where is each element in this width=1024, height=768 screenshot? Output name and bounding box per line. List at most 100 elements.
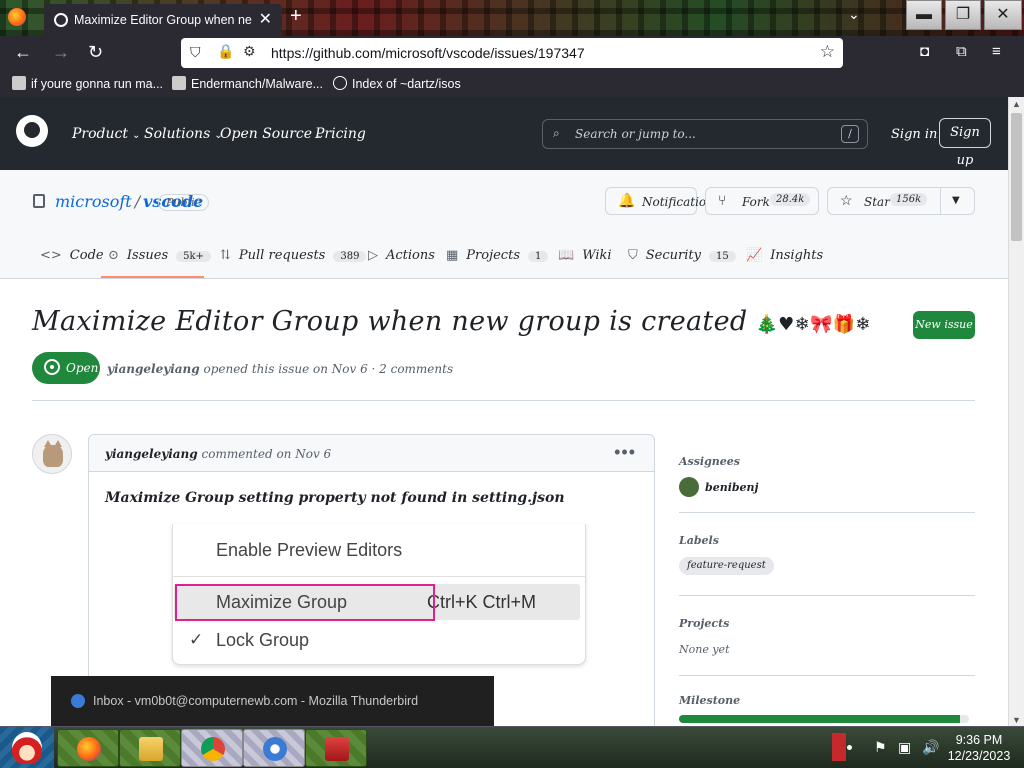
tray-bar-icon[interactable]	[832, 733, 846, 761]
fork-button[interactable]: ⑂ Fork 28.4k	[705, 187, 819, 215]
nav-product[interactable]: Product ⌄	[72, 126, 140, 142]
issue-opened-icon: ⊙	[108, 248, 119, 263]
taskbar-toolbox[interactable]	[305, 729, 367, 767]
taskbar-chrome[interactable]	[181, 729, 243, 767]
shield-icon: ⛉	[628, 248, 638, 263]
sign-in-link[interactable]: Sign in	[891, 127, 937, 142]
menu-item-enable-preview-editors: Enable Preview Editors	[216, 540, 403, 560]
search-shortcut-key: /	[841, 125, 859, 143]
forward-icon[interactable]: →	[52, 42, 70, 63]
taskbar-firefox[interactable]	[57, 729, 119, 767]
nav-label: Product	[72, 126, 128, 142]
assignee-link[interactable]: benibenj	[705, 481, 759, 494]
check-icon: ✓	[189, 630, 204, 649]
github-logo-icon[interactable]	[16, 115, 48, 147]
comment-body: Maximize Group setting property not foun…	[105, 490, 565, 506]
search-icon: ⌕	[553, 126, 560, 140]
tab-projects[interactable]: ▦ Projects 1	[446, 248, 549, 263]
back-icon[interactable]: ←	[14, 42, 32, 63]
scroll-down-icon[interactable]: ▼	[1012, 715, 1021, 725]
browser-navbar: ← → ↻ ⛉ 🔒 ⚙ https://github.com/microsoft…	[0, 36, 1024, 70]
sidebar-milestone-heading[interactable]: Milestone	[679, 694, 740, 707]
volume-icon[interactable]: 🔊	[922, 739, 939, 756]
more-options-icon[interactable]: •••	[614, 442, 636, 463]
tab-security[interactable]: ⛉ Security 15	[628, 248, 736, 263]
pocket-icon[interactable]: ◘	[920, 43, 929, 60]
tab-label: Insights	[770, 248, 824, 263]
taskbar-thunderbird[interactable]	[243, 729, 305, 767]
extensions-icon[interactable]: ⧉	[956, 43, 967, 60]
repo-icon	[33, 194, 45, 208]
tab-wiki[interactable]: 📖 Wiki	[558, 248, 612, 263]
window-minimize-button[interactable]: ▬	[906, 0, 942, 30]
permissions-icon[interactable]: ⚙	[243, 43, 256, 60]
network-icon[interactable]: ▣	[898, 739, 911, 756]
lock-icon[interactable]: 🔒	[217, 43, 234, 60]
repo-owner-link[interactable]: microsoft	[55, 192, 132, 211]
taskbar-explorer[interactable]	[119, 729, 181, 767]
tab-pull-requests[interactable]: ⇅ Pull requests 389	[220, 248, 367, 263]
system-clock[interactable]: 9:36 PM 12/23/2023	[946, 732, 1012, 764]
notifications-button[interactable]: 🔔 Notifications	[605, 187, 720, 215]
tab-code[interactable]: <> Code	[40, 248, 104, 263]
url-text[interactable]: https://github.com/microsoft/vscode/issu…	[271, 45, 585, 61]
label-badge[interactable]: feature-request	[679, 557, 774, 575]
nav-pricing[interactable]: Pricing	[315, 126, 366, 142]
list-all-tabs-icon[interactable]: ⌄	[848, 6, 860, 23]
tab-issues[interactable]: ⊙ Issues 5k+	[108, 248, 211, 263]
sidebar-labels-heading[interactable]: Labels	[679, 534, 719, 547]
play-icon: ▷	[368, 248, 378, 263]
tab-label: Code	[69, 248, 104, 263]
divider	[32, 400, 975, 401]
tab-actions[interactable]: ▷ Actions	[368, 248, 435, 263]
bookmark-item[interactable]: Endermanch/Malware...	[172, 76, 323, 91]
fork-icon: ⑂	[718, 193, 727, 209]
address-bar[interactable]: ⛉ 🔒 ⚙ https://github.com/microsoft/vscod…	[181, 38, 843, 68]
sign-up-button[interactable]: Sign up	[939, 118, 991, 168]
tracking-protection-icon[interactable]: ⛉	[190, 44, 201, 61]
tab-label: Pull requests	[238, 248, 326, 263]
clock-date: 12/23/2023	[947, 749, 1011, 763]
window-close-button[interactable]: ✕	[984, 0, 1022, 30]
comment-screenshot-image: Enable Preview Editors Maximize Group Ct…	[172, 524, 586, 665]
issue-author-link[interactable]: yiangeleyiang	[107, 362, 200, 376]
bookmark-item[interactable]: Index of ~dartz/isos	[333, 76, 461, 91]
start-button[interactable]	[0, 727, 54, 768]
sidebar-assignees-heading[interactable]: Assignees	[679, 455, 740, 468]
comment-date[interactable]: commented on Nov 6	[202, 447, 332, 461]
scrollbar-thumb[interactable]	[1011, 113, 1022, 241]
chevron-down-icon: ▼	[952, 195, 960, 206]
action-center-flag-icon[interactable]: ⚑	[874, 739, 887, 756]
nav-open-source[interactable]: Open Source ⌄	[220, 126, 324, 142]
window-restore-button[interactable]: ❐	[945, 0, 981, 30]
avatar[interactable]	[679, 477, 699, 497]
bookmark-item[interactable]: if youre gonna run ma...	[12, 76, 163, 91]
issue-meta: yiangeleyiang opened this issue on Nov 6…	[107, 362, 453, 376]
fork-count: 28.4k	[770, 193, 811, 206]
taskbar-preview[interactable]: Inbox - vm0b0t@computernewb.com - Mozill…	[51, 676, 494, 726]
tab-count: 15	[708, 251, 736, 262]
comment-author-link[interactable]: yiangeleyiang	[105, 447, 198, 461]
bookmark-star-icon[interactable]: ☆	[820, 42, 835, 62]
search-input[interactable]: ⌕ Search or jump to... /	[542, 119, 868, 149]
new-issue-button[interactable]: New issue	[913, 311, 975, 339]
fork-label: Fork	[742, 195, 770, 209]
reload-icon[interactable]: ↻	[88, 42, 103, 63]
cat-avatar-icon	[43, 440, 63, 467]
nav-solutions[interactable]: Solutions ⌄	[144, 126, 223, 142]
firefox-menu-icon[interactable]	[8, 8, 26, 26]
page-scrollbar[interactable]: ▲ ▼	[1008, 97, 1024, 727]
hamburger-menu-icon[interactable]: ≡	[992, 43, 1001, 60]
avatar[interactable]	[32, 434, 72, 474]
star-button[interactable]: ☆ Star 156k	[827, 187, 941, 215]
sidebar-projects-heading[interactable]: Projects	[679, 617, 729, 630]
active-tab-indicator	[101, 276, 204, 278]
issue-state-badge: Open	[32, 352, 100, 384]
star-lists-dropdown[interactable]: ▼	[940, 187, 975, 215]
new-tab-icon[interactable]: +	[290, 5, 302, 28]
scroll-up-icon[interactable]: ▲	[1012, 99, 1021, 109]
issue-state-label: Open	[66, 361, 99, 375]
browser-tab[interactable]: Maximize Editor Group when new group is …	[44, 4, 282, 36]
tab-close-icon[interactable]: ✕	[259, 9, 272, 29]
tab-insights[interactable]: 📈 Insights	[746, 248, 823, 263]
